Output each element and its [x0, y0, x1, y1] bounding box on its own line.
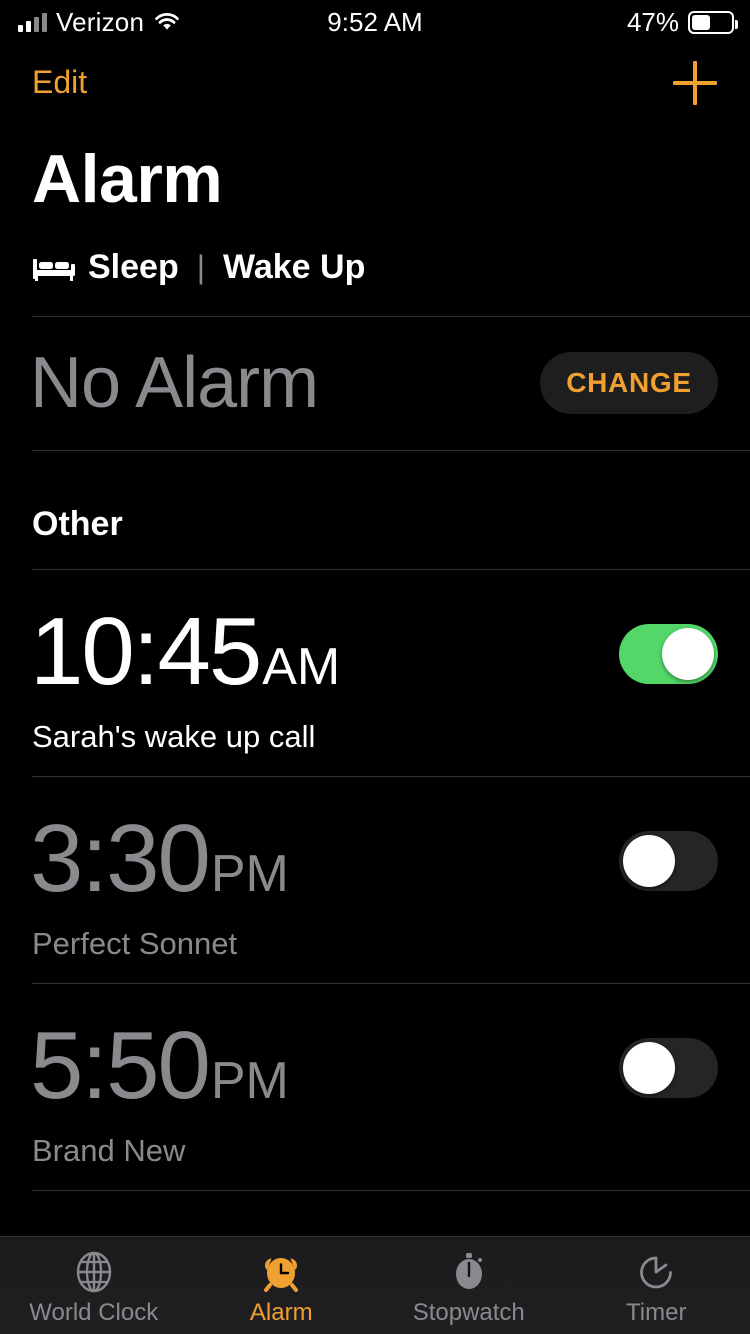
alarm-label: Brand New: [32, 1133, 186, 1168]
battery-percent-label: 47%: [626, 6, 679, 37]
alarm-time: 10:45 AM: [30, 597, 340, 707]
alarm-time-value: 5:50: [30, 1012, 211, 1119]
alarm-toggle[interactable]: [619, 831, 718, 891]
alarm-time-value: 3:30: [30, 805, 211, 912]
tab-bar: World Clock Alarm Stopwatch Timer: [0, 1236, 750, 1334]
alarm-row-divider: [32, 1190, 750, 1191]
toggle-knob: [623, 1042, 675, 1094]
status-bar: Verizon 9:52 AM 47%: [0, 0, 750, 44]
tab-label-timer: Timer: [626, 1298, 687, 1326]
wakeup-label: Wake Up: [223, 248, 366, 286]
globe-icon: [71, 1249, 117, 1295]
no-alarm-row: No Alarm CHANGE: [0, 316, 750, 450]
alarm-toggle[interactable]: [619, 1038, 718, 1098]
edit-button[interactable]: Edit: [32, 64, 87, 101]
alarm-label: Sarah's wake up call: [32, 719, 316, 754]
alarm-ampm: AM: [262, 638, 341, 696]
sleep-wakeup-header[interactable]: Sleep | Wake Up: [32, 248, 365, 287]
add-alarm-button[interactable]: [670, 58, 720, 108]
alarm-row-divider: [32, 569, 750, 570]
alarm-app-screen: Verizon 9:52 AM 47% Edit Alarm Sleep | W…: [0, 0, 750, 1334]
battery-icon: [688, 10, 738, 34]
bed-icon: [32, 253, 76, 283]
sleep-label: Sleep: [88, 248, 179, 286]
timer-icon: [633, 1249, 679, 1295]
alarm-label: Perfect Sonnet: [32, 926, 238, 961]
tab-alarm[interactable]: Alarm: [188, 1237, 376, 1334]
alarm-time-value: 10:45: [30, 598, 262, 705]
tab-label-world-clock: World Clock: [29, 1298, 159, 1326]
alarm-row[interactable]: 3:30 PM Perfect Sonnet: [0, 776, 750, 983]
alarm-clock-icon: [258, 1249, 304, 1295]
change-button[interactable]: CHANGE: [540, 352, 718, 414]
tab-stopwatch[interactable]: Stopwatch: [375, 1237, 563, 1334]
toggle-knob: [623, 835, 675, 887]
alarm-time: 5:50 PM: [30, 1011, 289, 1121]
status-bar-right: 47%: [626, 6, 738, 38]
stopwatch-icon: [446, 1249, 492, 1295]
tab-world-clock[interactable]: World Clock: [0, 1237, 188, 1334]
alarm-time: 3:30 PM: [30, 804, 289, 914]
alarm-row[interactable]: 10:45 AM Sarah's wake up call: [0, 569, 750, 776]
alarm-toggle[interactable]: [619, 624, 718, 684]
alarm-list: 10:45 AM Sarah's wake up call 3:30 PM Perfect…: [0, 569, 750, 1334]
page-title: Alarm: [32, 141, 223, 217]
tab-label-alarm: Alarm: [249, 1298, 313, 1326]
sleep-wake-separator: |: [196, 249, 206, 285]
alarm-ampm: PM: [210, 845, 289, 903]
alarm-ampm: PM: [210, 1052, 289, 1110]
toggle-knob: [662, 628, 714, 680]
navigation-bar: Edit: [0, 56, 750, 116]
tab-timer[interactable]: Timer: [563, 1237, 750, 1334]
no-alarm-label: No Alarm: [30, 343, 319, 423]
alarm-row-divider: [32, 776, 750, 777]
divider-bottom: [32, 450, 750, 451]
alarm-row[interactable]: 5:50 PM Brand New: [0, 983, 750, 1190]
other-section-title: Other: [32, 505, 123, 543]
alarm-row-divider: [32, 983, 750, 984]
tab-label-stopwatch: Stopwatch: [412, 1298, 525, 1326]
